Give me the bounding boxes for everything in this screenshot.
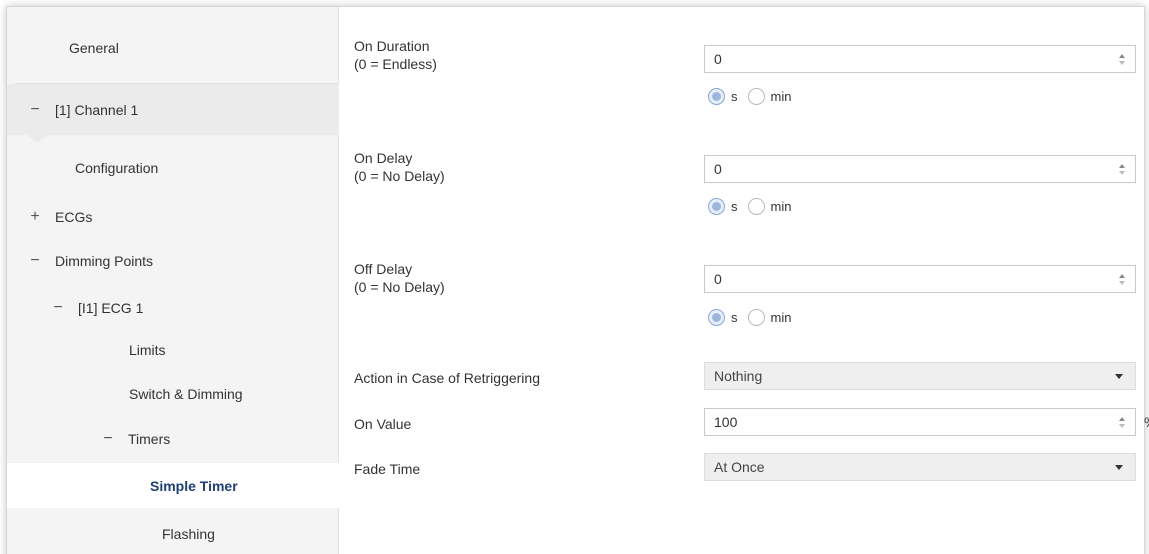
expand-icon[interactable]: + (27, 208, 43, 226)
radio-icon[interactable] (708, 87, 725, 105)
percent-unit: % (1144, 414, 1149, 430)
radio-icon[interactable] (747, 308, 765, 326)
sidebar-item-label: ECGs (55, 209, 93, 225)
sidebar-item-ecgs[interactable]: + ECGs (7, 194, 339, 240)
on-delay-unit-radio: s min (708, 196, 801, 216)
on-value-input[interactable]: 100 (704, 408, 1136, 436)
sidebar-item-general[interactable]: General (7, 25, 339, 71)
sidebar-item-label: Configuration (75, 160, 159, 176)
sidebar-item-switch-dimming[interactable]: Switch & Dimming (7, 371, 339, 417)
retriggering-select[interactable]: Nothing (704, 362, 1136, 390)
radio-icon[interactable] (747, 197, 765, 215)
radio-icon[interactable] (747, 87, 765, 105)
spin-arrows-icon[interactable] (1115, 411, 1129, 433)
on-delay-label: On Delay (0 = No Delay) (354, 150, 445, 184)
collapse-icon[interactable]: − (100, 430, 116, 448)
sidebar-item-label: [1] Channel 1 (55, 101, 139, 118)
sidebar-item-label: Limits (129, 342, 166, 358)
retriggering-label: Action in Case of Retriggering (354, 370, 540, 386)
collapse-icon[interactable]: − (27, 252, 43, 270)
off-delay-unit-radio: s min (708, 307, 801, 327)
on-delay-input[interactable]: 0 (704, 155, 1136, 183)
chevron-down-icon (1115, 464, 1123, 470)
sidebar-item-dimming-points[interactable]: − Dimming Points (7, 238, 339, 284)
off-delay-input[interactable]: 0 (704, 265, 1136, 293)
fade-time-select[interactable]: At Once (704, 453, 1136, 481)
collapse-icon[interactable]: − (27, 101, 43, 119)
sidebar-item-label: Timers (128, 431, 171, 447)
spin-arrows-icon[interactable] (1115, 268, 1129, 290)
off-delay-label: Off Delay (0 = No Delay) (354, 261, 445, 295)
sidebar-item-label: [I1] ECG 1 (78, 300, 144, 316)
sidebar-item-label: Flashing (162, 526, 215, 542)
window-frame: General − [1] Channel 1 Configuration + … (6, 6, 1149, 554)
sidebar-item-ecg-1[interactable]: − [I1] ECG 1 (7, 285, 339, 331)
sidebar-item-configuration[interactable]: Configuration (7, 145, 339, 191)
collapse-icon[interactable]: − (50, 299, 66, 317)
sidebar-item-label: Dimming Points (55, 253, 154, 269)
chevron-down-icon (1115, 373, 1123, 379)
sidebar-item-channel-1[interactable]: − [1] Channel 1 (7, 84, 339, 135)
parameter-panel: On Duration (0 = Endless) 0 s min On Del… (340, 7, 1149, 554)
sidebar-item-flashing[interactable]: Flashing (7, 511, 339, 554)
on-duration-input[interactable]: 0 (704, 45, 1136, 73)
sidebar: General − [1] Channel 1 Configuration + … (7, 7, 343, 554)
on-duration-label: On Duration (0 = Endless) (354, 38, 437, 72)
sidebar-item-timers[interactable]: − Timers (7, 416, 339, 462)
on-value-label: On Value (354, 416, 412, 432)
tree-notch (27, 135, 47, 143)
radio-icon[interactable] (708, 308, 725, 326)
spin-arrows-icon[interactable] (1115, 48, 1129, 70)
sidebar-item-label: Simple Timer (150, 477, 238, 494)
on-duration-unit-radio: s min (708, 86, 801, 106)
radio-icon[interactable] (708, 197, 725, 215)
spin-arrows-icon[interactable] (1115, 158, 1129, 180)
sidebar-item-label: General (69, 40, 119, 56)
sidebar-item-label: Switch & Dimming (129, 386, 243, 402)
sidebar-item-simple-timer[interactable]: Simple Timer (7, 463, 343, 508)
fade-time-label: Fade Time (354, 461, 421, 477)
sidebar-item-limits[interactable]: Limits (7, 327, 339, 373)
